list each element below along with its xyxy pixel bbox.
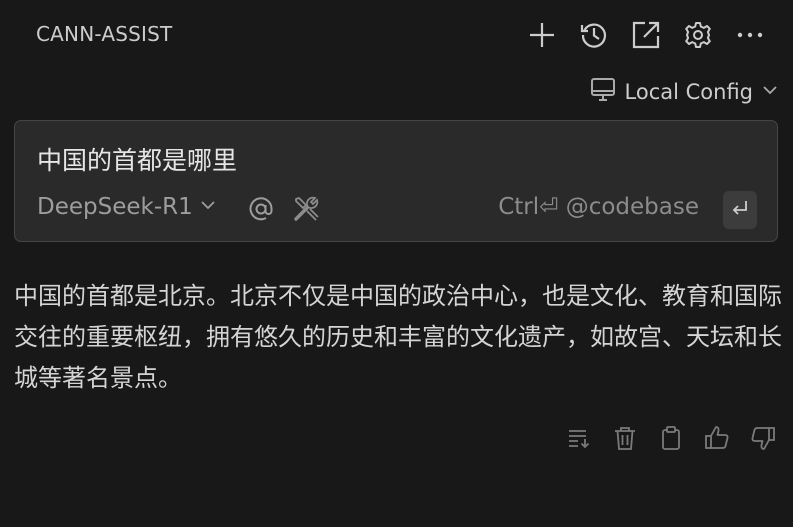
chat-input[interactable]: 中国的首都是哪里 <box>37 141 237 177</box>
copy-button[interactable] <box>655 424 687 456</box>
thumbs-down-icon <box>749 424 777 456</box>
history-icon <box>579 20 609 50</box>
chat-input-box[interactable]: 中国的首都是哪里 DeepSeek-R1 Ctrl⏎ @codebase <box>14 120 778 242</box>
enter-icon <box>730 198 750 222</box>
more-actions-button[interactable] <box>731 16 769 54</box>
mention-button[interactable] <box>245 194 277 228</box>
open-external-icon <box>631 20 661 50</box>
tools-button[interactable] <box>289 194 323 228</box>
message-actions <box>563 424 779 456</box>
delete-button[interactable] <box>609 424 641 456</box>
tools-icon <box>291 194 321 228</box>
thumbs-up-icon <box>703 424 731 456</box>
send-button[interactable] <box>723 191 757 229</box>
insert-icon <box>566 425 592 455</box>
thumbs-up-button[interactable] <box>701 424 733 456</box>
config-selector[interactable]: Local Config <box>589 76 779 108</box>
model-selector[interactable]: DeepSeek-R1 <box>37 194 217 220</box>
shortcut-hint: Ctrl⏎ @codebase <box>498 194 699 220</box>
app-title: CANN-ASSIST <box>36 22 173 46</box>
gear-icon <box>683 20 713 50</box>
header: CANN-ASSIST <box>0 0 793 70</box>
new-chat-button[interactable] <box>523 16 561 54</box>
clipboard-icon <box>658 425 684 455</box>
config-label: Local Config <box>624 80 753 104</box>
input-toolbar: DeepSeek-R1 Ctrl⏎ @codebase <box>37 191 757 231</box>
history-button[interactable] <box>575 16 613 54</box>
more-icon <box>735 20 765 50</box>
chevron-down-icon <box>199 194 217 220</box>
model-label: DeepSeek-R1 <box>37 194 193 220</box>
assistant-message: 中国的首都是北京。北京不仅是中国的政治中心，也是文化、教育和国际交往的重要枢纽，… <box>14 282 782 392</box>
insert-button[interactable] <box>563 424 595 456</box>
at-icon <box>247 195 275 227</box>
trash-icon <box>612 425 638 455</box>
plus-icon <box>528 21 556 49</box>
settings-button[interactable] <box>679 16 717 54</box>
open-in-editor-button[interactable] <box>627 16 665 54</box>
chevron-down-icon <box>761 81 779 103</box>
thumbs-down-button[interactable] <box>747 424 779 456</box>
header-actions <box>523 16 769 54</box>
monitor-icon <box>589 76 617 108</box>
